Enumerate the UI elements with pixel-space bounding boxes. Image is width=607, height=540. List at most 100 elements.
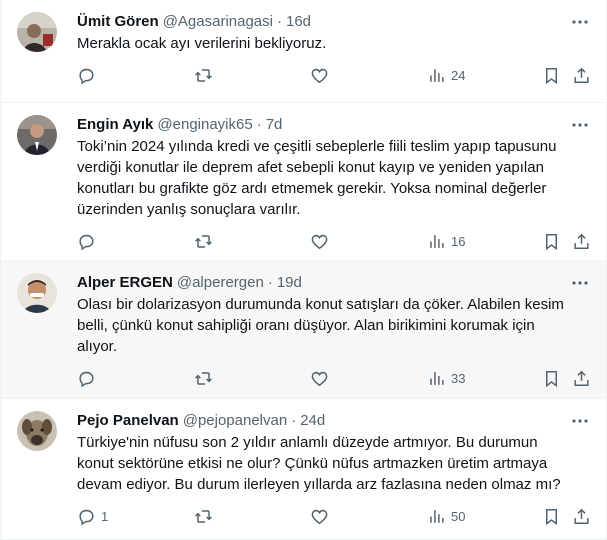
timestamp[interactable]: 7d [266, 115, 283, 135]
view-count: 33 [451, 370, 466, 386]
repost-icon [195, 371, 212, 385]
separator-dot: · [291, 412, 297, 429]
like-icon [311, 234, 328, 249]
like-button[interactable] [310, 507, 334, 526]
like-icon [311, 509, 328, 524]
repost-button[interactable] [194, 507, 218, 526]
bookmark-button[interactable] [542, 232, 561, 251]
avatar-column [17, 115, 65, 260]
views-icon [430, 509, 444, 523]
view-count: 16 [451, 233, 466, 249]
share-icon [574, 233, 589, 249]
user-handle[interactable]: @pejopanelvan [183, 411, 287, 431]
view-count: 50 [451, 508, 466, 524]
like-button[interactable] [310, 66, 334, 85]
separator-dot: · [276, 13, 282, 30]
share-button[interactable] [572, 507, 591, 526]
repost-button[interactable] [194, 369, 218, 388]
views-button[interactable]: 33 [427, 369, 465, 388]
more-horizontal-icon[interactable] [570, 12, 590, 32]
tweet[interactable]: Pejo Panelvan @pejopanelvan · 24d Türkiy… [1, 399, 606, 540]
action-bar: 33 [77, 368, 590, 388]
avatar-column [17, 12, 65, 102]
bookmark-icon [545, 370, 558, 387]
bookmark-icon [545, 508, 558, 525]
tweet[interactable]: Alper ERGEN @alperergen · 19d Olası bir … [1, 261, 606, 399]
share-icon [574, 370, 589, 386]
reply-button[interactable]: 1 [77, 507, 108, 526]
reply-count: 1 [101, 508, 109, 524]
separator-dot: · [267, 274, 273, 291]
views-button[interactable]: 16 [427, 232, 465, 251]
more-horizontal-icon[interactable] [570, 115, 590, 135]
more-horizontal-icon[interactable] [570, 411, 590, 431]
avatar[interactable] [17, 411, 57, 451]
bookmark-button[interactable] [542, 507, 561, 526]
tweet-header: Ümit Gören @Agasarinagasi · 16d [77, 12, 590, 32]
bookmark-button[interactable] [542, 369, 561, 388]
tweet-header: Alper ERGEN @alperergen · 19d [77, 273, 590, 293]
tweet-content: Ümit Gören @Agasarinagasi · 16d Merakla … [77, 12, 590, 102]
repost-button[interactable] [194, 232, 218, 251]
tweet[interactable]: Engin Ayık @enginayik65 · 7d Toki’nin 20… [1, 103, 606, 261]
tweet-content: Pejo Panelvan @pejopanelvan · 24d Türkiy… [77, 411, 590, 539]
reply-icon [79, 234, 94, 250]
reply-feed: Ümit Gören @Agasarinagasi · 16d Merakla … [0, 0, 607, 540]
bookmark-button[interactable] [542, 66, 561, 85]
reply-button[interactable] [77, 232, 101, 251]
tweet-content: Engin Ayık @enginayik65 · 7d Toki’nin 20… [77, 115, 590, 260]
views-icon [430, 234, 444, 248]
user-handle[interactable]: @Agasarinagasi [163, 12, 273, 32]
reply-icon [79, 371, 94, 387]
bookmark-icon [545, 233, 558, 250]
view-count: 24 [451, 67, 466, 83]
avatar[interactable] [17, 12, 57, 52]
share-button[interactable] [572, 232, 591, 251]
action-bar: 24 [77, 65, 590, 85]
timestamp[interactable]: 24d [300, 411, 325, 431]
tweet-text: Merakla ocak ayı verilerini bekliyoruz. [77, 35, 327, 52]
share-button[interactable] [572, 66, 591, 85]
more-horizontal-icon[interactable] [570, 273, 590, 293]
repost-icon [195, 68, 212, 82]
separator-dot: · [256, 116, 262, 133]
bookmark-icon [545, 67, 558, 84]
like-icon [311, 371, 328, 386]
share-button[interactable] [572, 369, 591, 388]
repost-icon [195, 509, 212, 523]
like-icon [311, 68, 328, 83]
repost-button[interactable] [194, 66, 218, 85]
display-name[interactable]: Pejo Panelvan [77, 411, 179, 431]
tweet-content: Alper ERGEN @alperergen · 19d Olası bir … [77, 273, 590, 398]
avatar[interactable] [17, 115, 57, 155]
tweet-text: Türkiye'nin nüfusu son 2 yıldır anlamlı … [77, 434, 561, 493]
views-icon [430, 68, 444, 82]
like-button[interactable] [310, 232, 334, 251]
display-name[interactable]: Engin Ayık [77, 115, 153, 135]
reply-icon [79, 509, 94, 525]
tweet-header: Engin Ayık @enginayik65 · 7d [77, 115, 590, 135]
avatar-column [17, 411, 65, 539]
tweet-header: Pejo Panelvan @pejopanelvan · 24d [77, 411, 590, 431]
reply-button[interactable] [77, 369, 101, 388]
display-name[interactable]: Alper ERGEN [77, 273, 173, 293]
share-icon [574, 508, 589, 524]
display-name[interactable]: Ümit Gören [77, 12, 159, 32]
reply-icon [79, 68, 94, 84]
user-handle[interactable]: @enginayik65 [157, 115, 252, 135]
avatar[interactable] [17, 273, 57, 313]
views-button[interactable]: 24 [427, 66, 465, 85]
tweet-text: Olası bir dolarizasyon durumunda konut s… [77, 296, 564, 355]
like-button[interactable] [310, 369, 334, 388]
user-handle[interactable]: @alperergen [177, 273, 264, 293]
tweet[interactable]: Ümit Gören @Agasarinagasi · 16d Merakla … [1, 0, 606, 103]
views-icon [430, 371, 444, 385]
action-bar: 16 [77, 231, 590, 251]
avatar-column [17, 273, 65, 398]
tweet-text: Toki’nin 2024 yılında kredi ve çeşitli s… [77, 138, 557, 218]
repost-icon [195, 234, 212, 248]
timestamp[interactable]: 16d [286, 12, 311, 32]
reply-button[interactable] [77, 66, 101, 85]
timestamp[interactable]: 19d [277, 273, 302, 293]
views-button[interactable]: 50 [427, 507, 465, 526]
